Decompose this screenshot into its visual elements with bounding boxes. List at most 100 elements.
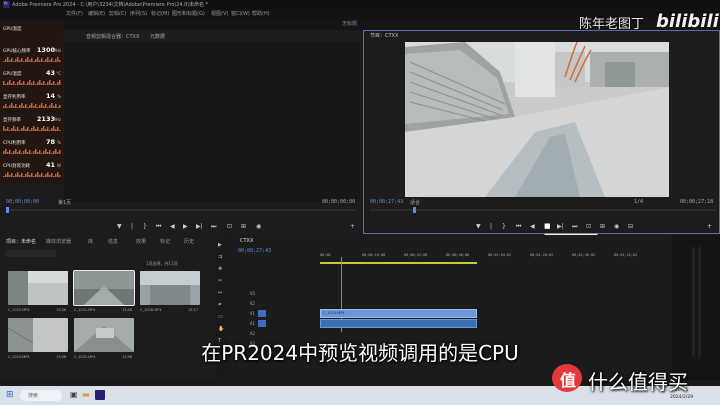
go-to-out-icon[interactable]: ⏭ xyxy=(211,223,216,231)
tab-history[interactable]: 历史 xyxy=(184,238,194,245)
tab-effect-controls[interactable]: 音频剪辑混合器：CTXX xyxy=(86,33,139,40)
hw-graph-bar xyxy=(55,104,57,108)
hw-graph-bar xyxy=(21,153,23,154)
razor-tool-icon[interactable]: ✂ xyxy=(218,278,222,284)
project-thumb-selected[interactable] xyxy=(73,270,135,306)
menu-marker[interactable]: 标记(M) xyxy=(151,10,169,17)
timeline-timecode[interactable]: 00;00;27;43 xyxy=(238,248,271,254)
source-playhead[interactable] xyxy=(6,207,9,213)
tab-libraries[interactable]: 库 xyxy=(88,238,93,245)
menu-view[interactable]: 视图(V) xyxy=(211,10,228,17)
program-scrub-bar[interactable] xyxy=(370,209,716,211)
tab-info[interactable]: 信息 xyxy=(108,238,118,245)
menu-edit[interactable]: 编辑(E) xyxy=(88,10,105,17)
menu-window[interactable]: 窗口(W) xyxy=(231,10,250,17)
export-frame-icon[interactable]: ◉ xyxy=(614,223,619,230)
file-explorer-icon[interactable]: ▬ xyxy=(82,390,90,399)
track-label-v1[interactable]: V1 xyxy=(250,311,255,316)
audio-clip-a1[interactable] xyxy=(320,319,477,328)
video-clip-v1[interactable]: C_1025.MP4 xyxy=(320,309,477,318)
hw-graph-bar xyxy=(35,104,37,108)
hw-graph-bar xyxy=(3,126,5,131)
menu-clip[interactable]: 剪辑(C) xyxy=(109,10,126,17)
mark-out-icon[interactable]: | xyxy=(131,223,133,230)
track-label-a2[interactable]: A2 xyxy=(250,331,255,336)
hw-graph-bar xyxy=(29,175,31,177)
task-view-icon[interactable]: ▣ xyxy=(70,390,78,399)
mark-out-icon[interactable]: | xyxy=(490,223,492,230)
go-to-in-icon[interactable]: ⏮ xyxy=(516,223,521,231)
menu-sequence[interactable]: 序列(S) xyxy=(130,10,147,17)
track-label-a1[interactable]: A1 xyxy=(250,321,255,326)
hw-graph-bar xyxy=(9,80,11,85)
workspace-name[interactable]: 无标题 xyxy=(342,20,357,27)
step-back-icon[interactable]: ◀ xyxy=(170,223,175,230)
stop-icon[interactable]: ■ xyxy=(544,222,551,230)
premiere-taskbar-icon[interactable] xyxy=(95,390,105,400)
rectangle-tool-icon[interactable]: ▭ xyxy=(218,314,223,320)
selection-tool-icon[interactable]: ▶ xyxy=(218,242,222,248)
hw-graph-bar xyxy=(51,128,53,131)
hw-graph-bar xyxy=(39,175,41,177)
menu-graphics[interactable]: 图形和标题(G) xyxy=(172,10,205,17)
play-icon[interactable]: ▶ xyxy=(183,223,188,230)
track-select-tool-icon[interactable]: ⇉ xyxy=(218,254,222,260)
track-target-v1[interactable] xyxy=(258,310,266,317)
menu-file[interactable]: 文件(F) xyxy=(66,10,83,17)
step-forward-icon[interactable]: ▶| xyxy=(196,223,203,230)
project-thumb[interactable] xyxy=(8,271,68,305)
tab-effects[interactable]: 效果 xyxy=(136,238,146,245)
export-frame-icon[interactable]: ◉ xyxy=(256,223,261,230)
hw-graph-bar xyxy=(33,61,35,62)
hw-graph-bar xyxy=(41,58,43,62)
taskbar-search-box[interactable]: 搜索 xyxy=(20,390,62,401)
go-to-in-icon[interactable]: ⏮ xyxy=(156,223,161,231)
hw-graph-bar xyxy=(55,149,57,154)
program-timecode[interactable]: 00;00;27;43 xyxy=(370,199,403,205)
windows-start-icon[interactable]: ⊞ xyxy=(6,390,14,400)
track-label-v2[interactable]: V2 xyxy=(250,301,255,306)
overwrite-icon[interactable]: ⊞ xyxy=(241,223,246,230)
ripple-edit-tool-icon[interactable]: ✥ xyxy=(218,266,222,272)
tab-project[interactable]: 项目：未命名 xyxy=(6,238,36,245)
hw-graph-bar xyxy=(23,61,25,62)
pen-tool-icon[interactable]: ✒ xyxy=(218,302,222,308)
mark-clip-icon[interactable]: } xyxy=(502,223,506,230)
hw-graph-bar xyxy=(37,82,39,85)
menu-help[interactable]: 帮助(H) xyxy=(252,10,270,17)
go-to-out-icon[interactable]: ⏭ xyxy=(572,223,577,231)
timeline-tab[interactable]: CTXX xyxy=(240,238,253,244)
program-fit-select[interactable]: 适合 xyxy=(410,199,420,206)
step-back-icon[interactable]: ◀ xyxy=(530,223,535,230)
tab-markers[interactable]: 标记 xyxy=(160,238,170,245)
project-search-input[interactable] xyxy=(6,250,56,257)
tab-media-browser[interactable]: 媒体浏览器 xyxy=(46,238,71,245)
program-resolution-select[interactable]: 1/4 xyxy=(634,199,643,205)
mark-in-icon[interactable]: ▼ xyxy=(117,223,122,230)
hw-graph-bar xyxy=(31,153,33,154)
source-duration: 00;00;00;00 xyxy=(322,199,356,205)
work-area-bar[interactable] xyxy=(320,262,477,264)
slip-tool-icon[interactable]: ↔ xyxy=(218,290,222,296)
hw-graph-bar xyxy=(21,128,23,131)
track-label-v3[interactable]: V3 xyxy=(250,291,255,296)
taskbar-search-label: 搜索 xyxy=(28,393,39,399)
lift-icon[interactable]: ⊡ xyxy=(586,223,591,230)
mark-clip-icon[interactable]: } xyxy=(143,223,147,230)
ruler-tick-label: 00;00;32;00 xyxy=(404,253,428,257)
step-forward-icon[interactable]: ▶| xyxy=(557,223,564,230)
program-monitor-title[interactable]: 节目：CTXX xyxy=(370,32,398,39)
track-target-a1[interactable] xyxy=(258,320,266,327)
source-scrub-bar[interactable] xyxy=(6,209,356,211)
project-thumb[interactable] xyxy=(140,271,200,305)
insert-icon[interactable]: ⊡ xyxy=(227,223,232,230)
hand-tool-icon[interactable]: ✋ xyxy=(218,326,224,332)
extract-icon[interactable]: ⊞ xyxy=(600,223,605,230)
source-timecode[interactable]: 00;00;00;00 xyxy=(6,199,39,205)
program-playhead[interactable] xyxy=(413,207,416,213)
tab-metadata[interactable]: 元数据 xyxy=(150,33,165,40)
source-add-button-icon[interactable]: + xyxy=(350,223,355,230)
mark-in-icon[interactable]: ▼ xyxy=(476,223,481,230)
comparison-view-icon[interactable]: ⊟ xyxy=(628,223,633,230)
program-add-button-icon[interactable]: + xyxy=(707,223,712,230)
